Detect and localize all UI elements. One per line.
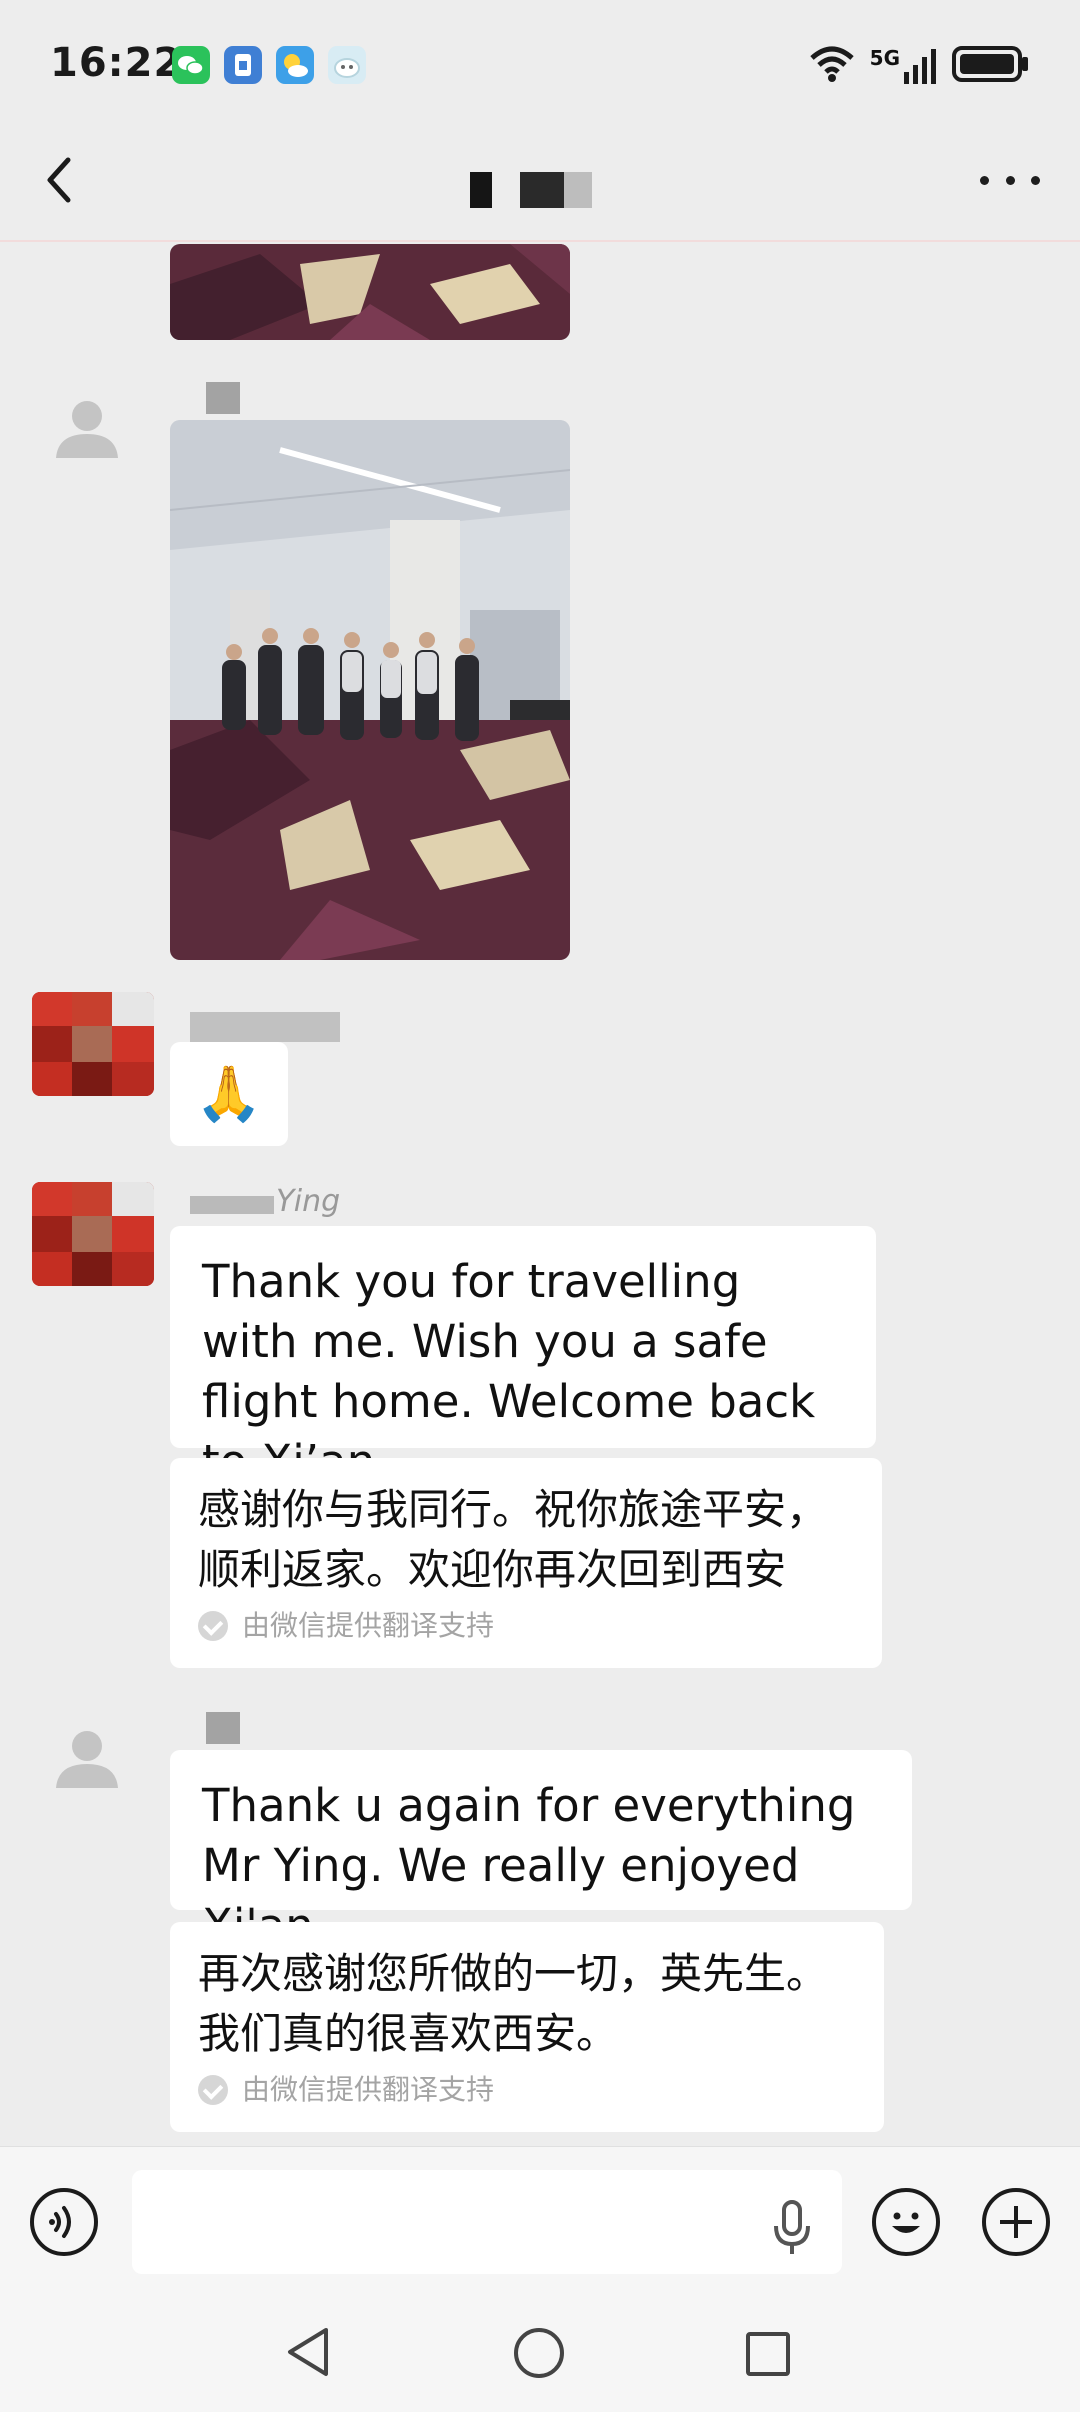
back-arrow-icon[interactable] — [40, 150, 80, 210]
sim-icon — [224, 46, 262, 84]
sender-name — [206, 382, 240, 414]
translation-text: 感谢你与我同行。祝你旅途平安，顺利返家。欢迎你再次回到西安 — [198, 1485, 829, 1594]
avatar[interactable] — [50, 392, 124, 470]
image-message[interactable] — [170, 244, 570, 340]
avatar[interactable] — [50, 1722, 124, 1800]
status-right: 5G — [808, 44, 1030, 88]
assistant-icon — [328, 46, 366, 84]
text-message[interactable]: Thank u again for everything Mr Ying. We… — [170, 1750, 912, 1952]
translation-note-text: 由微信提供翻译支持 — [242, 2073, 495, 2106]
home-circle-icon[interactable] — [512, 2326, 566, 2384]
voice-icon[interactable] — [30, 2188, 98, 2256]
plus-icon[interactable] — [982, 2188, 1050, 2256]
sender-name — [190, 1012, 340, 1042]
image-message[interactable] — [170, 420, 570, 960]
avatar[interactable] — [32, 1182, 154, 1286]
translation-text: 再次感谢您所做的一切，英先生。我们真的很喜欢西安。 — [198, 1949, 829, 2058]
network-type: 5G — [869, 46, 900, 70]
chat-title-part — [564, 172, 592, 208]
mic-icon[interactable] — [770, 2196, 814, 2260]
more-icon[interactable] — [980, 170, 1040, 190]
weather-icon — [276, 46, 314, 84]
sender-name — [206, 1712, 240, 1744]
sender-name: Ying — [276, 1184, 341, 1219]
status-time: 16:22 — [50, 40, 183, 86]
translation-note: 由微信提供翻译支持 — [198, 2072, 856, 2108]
chat-title-part — [520, 172, 564, 208]
emoji-icon[interactable] — [872, 2188, 940, 2256]
message-input[interactable] — [132, 2170, 842, 2274]
translation-note: 由微信提供翻译支持 — [198, 1608, 854, 1644]
emoji-message[interactable]: 🙏 — [170, 1042, 288, 1146]
avatar-placeholder-icon — [56, 401, 118, 458]
wechat-icon — [172, 46, 210, 84]
check-icon — [198, 1611, 228, 1641]
check-icon — [198, 2075, 228, 2105]
battery-icon — [952, 44, 1030, 88]
translation-bubble[interactable]: 再次感谢您所做的一切，英先生。我们真的很喜欢西安。 由微信提供翻译支持 — [170, 1922, 884, 2132]
recents-square-icon[interactable] — [744, 2330, 792, 2382]
text-message[interactable]: Thank you for travelling with me. Wish y… — [170, 1226, 876, 1488]
chat-title — [470, 172, 492, 208]
wifi-icon — [808, 44, 856, 88]
translation-bubble[interactable]: 感谢你与我同行。祝你旅途平安，顺利返家。欢迎你再次回到西安 由微信提供翻译支持 — [170, 1458, 882, 1668]
avatar-placeholder-icon — [56, 1731, 118, 1788]
signal-icon: 5G — [870, 48, 938, 84]
pray-emoji: 🙏 — [195, 1062, 263, 1125]
translation-note-text: 由微信提供翻译支持 — [242, 1609, 495, 1642]
avatar[interactable] — [32, 992, 154, 1096]
sender-name-blur — [190, 1196, 274, 1214]
back-triangle-icon[interactable] — [282, 2324, 334, 2384]
